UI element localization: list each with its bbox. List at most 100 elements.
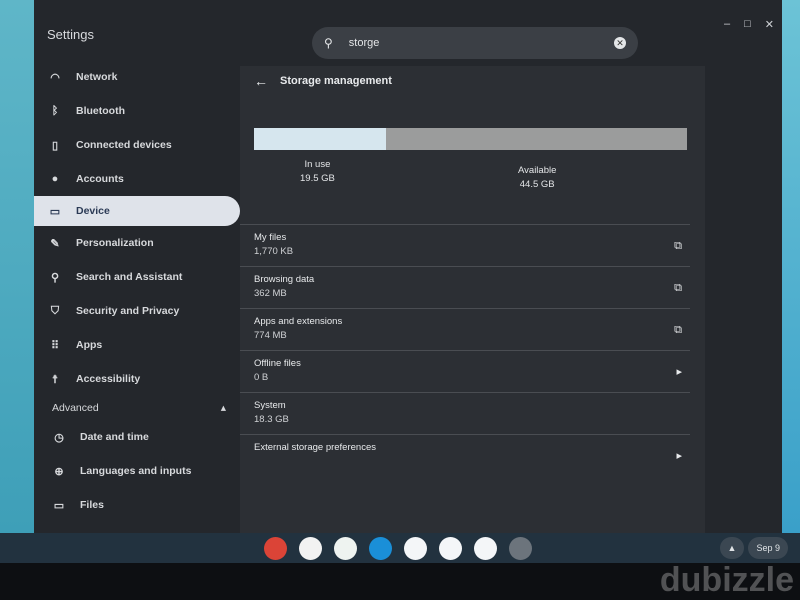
- warning-icon[interactable]: ▲: [719, 537, 745, 559]
- sidebar-item-apps[interactable]: ⠿ Apps: [34, 328, 240, 362]
- sidebar-item-network[interactable]: ◠ Network: [34, 60, 240, 94]
- sidebar-item-personalization[interactable]: ✎ Personalization: [34, 226, 240, 260]
- laptop-icon: ▭: [49, 205, 61, 218]
- open-external-icon[interactable]: ⧉: [674, 239, 682, 253]
- available-stat: Available 44.5 GB: [518, 164, 556, 192]
- sidebar-item-label: Connected devices: [76, 139, 172, 151]
- status-tray[interactable]: ▲ Sep 9: [719, 537, 788, 559]
- sidebar-item-search-and-assistant[interactable]: ⚲ Search and Assistant: [34, 260, 240, 294]
- calendar-app-icon[interactable]: [334, 537, 357, 560]
- storage-usage-bar: [254, 128, 687, 150]
- window-title: Settings: [47, 27, 94, 42]
- sidebar-item-accounts[interactable]: ● Accounts: [34, 162, 240, 196]
- row-label: Offline files: [254, 358, 301, 369]
- row-label: External storage preferences: [254, 442, 376, 453]
- search-value: storge: [348, 37, 380, 49]
- arrow-back-icon[interactable]: ←: [254, 73, 268, 89]
- row-label: Browsing data: [254, 274, 315, 285]
- storage-row-my-files[interactable]: My files 1,770 KB ⧉: [240, 224, 690, 266]
- globe-icon: ⊕: [54, 465, 64, 478]
- minimize-button[interactable]: –: [724, 18, 730, 31]
- sidebar-item-bluetooth[interactable]: ᛒ Bluetooth: [34, 94, 240, 128]
- play-store-app-icon[interactable]: [439, 537, 462, 560]
- wifi-icon: ◠: [50, 71, 60, 84]
- sidebar-item-label: Languages and inputs: [80, 465, 192, 477]
- sidebar-item-date-and-time[interactable]: ◷ Date and time: [34, 420, 240, 454]
- storage-management-panel: ← Storage management In use 19.5 GB Avai…: [240, 66, 705, 533]
- sidebar-item-label: Apps: [76, 339, 103, 351]
- grid-icon: ⠿: [50, 339, 60, 352]
- storage-rows: My files 1,770 KB ⧉ Browsing data 362 MB ⧉ App…: [240, 224, 690, 476]
- sidebar-item-accessibility[interactable]: ☨ Accessibility: [34, 362, 240, 396]
- sidebar-item-label: Accessibility: [76, 373, 141, 385]
- sidebar-item-label: Date and time: [80, 431, 149, 443]
- settings-window: Settings – □ ✕ ⚲ storge ✕ ◠ Network ᛒ Bluet…: [34, 0, 782, 545]
- sidebar-item-label: Personalization: [76, 237, 154, 249]
- sidebar-item-label: Accounts: [76, 173, 124, 185]
- bluetooth-icon: ᛒ: [51, 105, 59, 117]
- storage-row-system: System 18.3 GB: [240, 392, 690, 434]
- row-label: My files: [254, 232, 287, 243]
- youtube-app-icon[interactable]: [474, 537, 497, 560]
- row-label: System: [254, 400, 286, 411]
- open-external-icon[interactable]: ⧉: [674, 281, 682, 295]
- brush-icon: ✎: [50, 237, 60, 250]
- available-value: 44.5 GB: [519, 179, 555, 190]
- row-value: 0 B: [254, 372, 269, 383]
- sidebar-item-connected-devices[interactable]: ▯ Connected devices: [34, 128, 240, 162]
- shelf-apps: [264, 537, 532, 560]
- page-title: Storage management: [280, 75, 392, 87]
- sidebar-item-label: Search and Assistant: [76, 271, 183, 283]
- storage-row-browsing-data[interactable]: Browsing data 362 MB ⧉: [240, 266, 690, 308]
- messages-app-icon[interactable]: [404, 537, 427, 560]
- sidebar-item-label: Security and Privacy: [76, 305, 180, 317]
- window-controls: – □ ✕: [724, 18, 774, 31]
- storage-row-external-storage-preferences[interactable]: External storage preferences ▸: [240, 434, 690, 476]
- maximize-button[interactable]: □: [744, 18, 751, 31]
- advanced-label: Advanced: [52, 402, 99, 414]
- search-input[interactable]: ⚲ storge ✕: [312, 27, 638, 59]
- row-value: 774 MB: [254, 330, 287, 341]
- clock-icon: ◷: [54, 431, 64, 444]
- in-use-label: In use: [304, 159, 331, 170]
- files-app-icon[interactable]: [369, 537, 392, 560]
- chrome-app-icon[interactable]: [264, 537, 287, 560]
- in-use-value: 19.5 GB: [300, 173, 335, 184]
- open-external-icon[interactable]: ⧉: [674, 323, 682, 337]
- sidebar-item-label: Network: [76, 71, 118, 83]
- accessibility-icon: ☨: [52, 373, 58, 386]
- arrow-right-icon[interactable]: ▸: [676, 449, 682, 463]
- clear-search-icon[interactable]: ✕: [614, 37, 626, 49]
- row-value: 1,770 KB: [254, 246, 294, 257]
- sidebar: ◠ Network ᛒ Bluetooth ▯ Connected devices ● Acc…: [34, 60, 240, 556]
- sidebar-item-files[interactable]: ▭ Files: [34, 488, 240, 522]
- storage-used-fill: [254, 128, 387, 150]
- available-label: Available: [518, 165, 557, 176]
- row-value: 362 MB: [254, 288, 287, 299]
- sidebar-item-security-and-privacy[interactable]: ⛉ Security and Privacy: [34, 294, 240, 328]
- sidebar-item-device[interactable]: ▭ Device: [34, 196, 240, 226]
- search-icon: ⚲: [50, 271, 60, 284]
- sidebar-item-label: Bluetooth: [76, 105, 125, 117]
- chevron-up-icon: ▴: [220, 402, 226, 414]
- storage-row-apps-and-extensions[interactable]: Apps and extensions 774 MB ⧉: [240, 308, 690, 350]
- storage-row-offline-files[interactable]: Offline files 0 B ▸: [240, 350, 690, 392]
- sidebar-item-languages-and-inputs[interactable]: ⊕ Languages and inputs: [34, 454, 240, 488]
- shield-icon: ⛉: [50, 304, 60, 317]
- sidebar-item-label: Files: [80, 499, 104, 511]
- watermark-logo: dubizzle: [659, 561, 794, 599]
- person-icon: ●: [51, 173, 59, 185]
- row-label: Apps and extensions: [254, 316, 343, 327]
- shelf: ▲ Sep 9: [0, 533, 800, 563]
- arrow-right-icon[interactable]: ▸: [676, 365, 682, 379]
- in-use-stat: In use 19.5 GB: [300, 158, 335, 186]
- close-button[interactable]: ✕: [765, 18, 774, 31]
- sidebar-item-label: Device: [76, 205, 110, 217]
- advanced-section-toggle[interactable]: Advanced ▴: [34, 396, 240, 420]
- row-value: 18.3 GB: [254, 414, 289, 425]
- date-display[interactable]: Sep 9: [748, 537, 788, 559]
- search-icon: ⚲: [324, 36, 333, 50]
- desktop-wallpaper-left: [0, 0, 36, 533]
- gmail-app-icon[interactable]: [299, 537, 322, 560]
- settings-app-icon[interactable]: [509, 537, 532, 560]
